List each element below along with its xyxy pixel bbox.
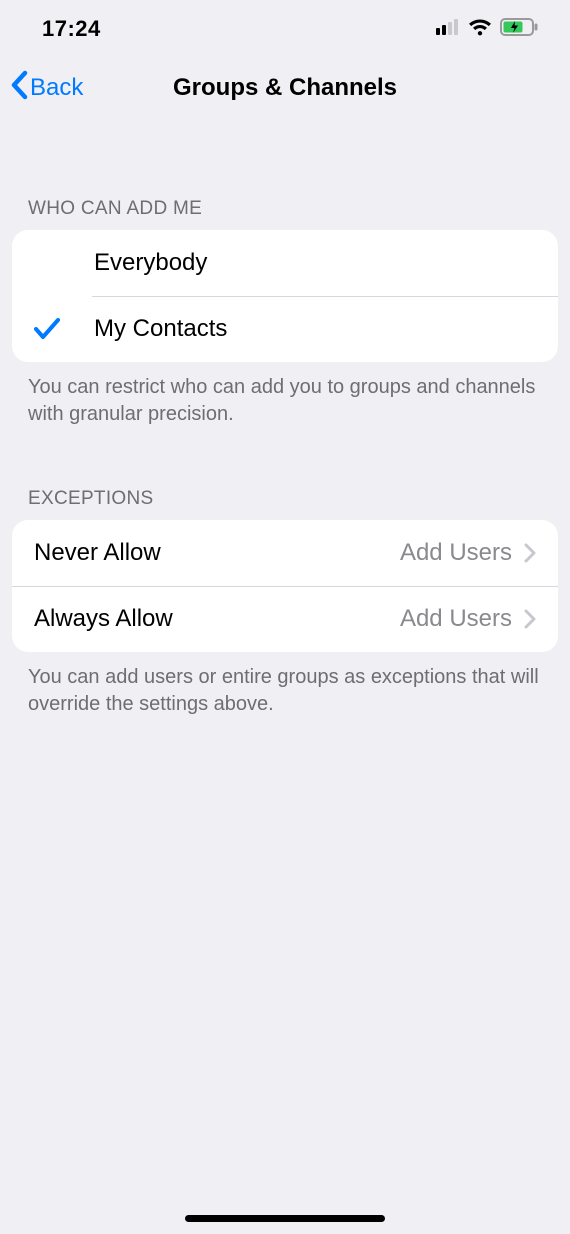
chevron-right-icon (524, 609, 536, 629)
option-label: My Contacts (94, 315, 227, 343)
exceptions-list: Never Allow Add Users Always Allow Add U… (12, 520, 558, 652)
row-label: Never Allow (34, 539, 161, 567)
row-detail: Add Users (400, 605, 512, 633)
who-can-add-list: Everybody My Contacts (12, 230, 558, 362)
row-never-allow[interactable]: Never Allow Add Users (12, 520, 558, 586)
section-header-exceptions: EXCEPTIONS (0, 488, 570, 520)
back-label: Back (30, 74, 83, 102)
row-label: Always Allow (34, 605, 173, 633)
cellular-icon (436, 19, 460, 40)
section-header-who: WHO CAN ADD ME (0, 198, 570, 230)
chevron-right-icon (524, 543, 536, 563)
checkmark-icon (34, 317, 94, 341)
chevron-left-icon (10, 70, 28, 107)
option-label: Everybody (94, 249, 207, 277)
battery-icon (500, 18, 538, 41)
section-footer-exceptions: You can add users or entire groups as ex… (0, 652, 570, 718)
nav-bar: Back Groups & Channels (0, 58, 570, 118)
row-always-allow[interactable]: Always Allow Add Users (12, 586, 558, 652)
row-detail: Add Users (400, 539, 512, 567)
home-indicator[interactable] (185, 1215, 385, 1222)
status-time: 17:24 (42, 16, 101, 42)
option-my-contacts[interactable]: My Contacts (12, 296, 558, 362)
page-title: Groups & Channels (0, 74, 570, 102)
section-footer-who: You can restrict who can add you to grou… (0, 362, 570, 428)
status-bar: 17:24 (0, 0, 570, 58)
status-indicators (436, 18, 538, 41)
back-button[interactable]: Back (10, 70, 83, 107)
option-everybody[interactable]: Everybody (12, 230, 558, 296)
wifi-icon (468, 18, 492, 41)
